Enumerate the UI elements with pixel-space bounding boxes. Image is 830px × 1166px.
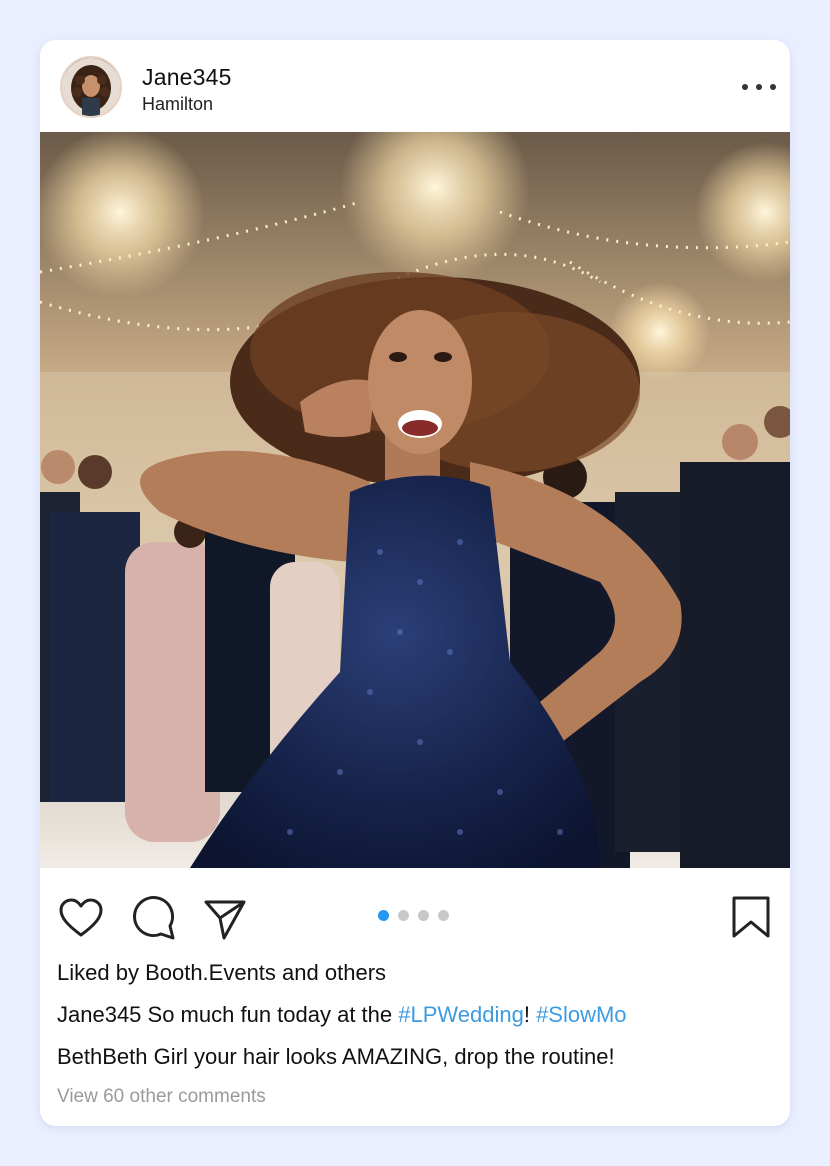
comment-line: BethBeth Girl your hair looks AMAZING, d… (57, 1044, 615, 1070)
likes-prefix: Liked by (57, 960, 146, 985)
carousel-indicator (378, 910, 449, 921)
caption-line: Jane345 So much fun today at the #LPWedd… (57, 1002, 627, 1028)
likes-line: Liked by Booth.Events and others (57, 960, 386, 986)
likes-middle: and (275, 960, 325, 985)
likes-others[interactable]: others (325, 960, 386, 985)
carousel-dot[interactable] (418, 910, 429, 921)
carousel-dot[interactable] (438, 910, 449, 921)
comment-bubble-icon[interactable] (130, 896, 176, 942)
view-comments-link[interactable]: View 60 other comments (57, 1086, 266, 1108)
liked-by-user[interactable]: Booth.Events (145, 960, 276, 985)
caption-username[interactable]: Jane345 (57, 1002, 141, 1027)
caption-separator: ! (523, 1002, 537, 1027)
heart-icon[interactable] (58, 896, 104, 942)
send-icon[interactable] (202, 896, 248, 942)
hashtag-lpwedding[interactable]: #LPWedding (398, 1002, 524, 1027)
avatar[interactable] (60, 56, 122, 118)
hashtag-slowmo[interactable]: #SlowMo (536, 1002, 626, 1027)
comment-text: Girl your hair looks AMAZING, drop the r… (147, 1044, 615, 1069)
bookmark-icon[interactable] (728, 894, 774, 940)
post-photo[interactable] (40, 132, 790, 868)
caption-text: So much fun today at the (141, 1002, 399, 1027)
post-actions (40, 868, 790, 960)
party-photo (40, 132, 790, 868)
post-header: Jane345 Hamilton (40, 40, 790, 132)
carousel-dot[interactable] (378, 910, 389, 921)
post-username[interactable]: Jane345 (142, 64, 232, 91)
post-location[interactable]: Hamilton (142, 94, 213, 115)
more-options-icon[interactable] (742, 74, 776, 100)
carousel-dot[interactable] (398, 910, 409, 921)
post-card: Jane345 Hamilton Liked by Booth.Events a… (40, 40, 790, 1126)
comment-username[interactable]: BethBeth (57, 1044, 148, 1069)
